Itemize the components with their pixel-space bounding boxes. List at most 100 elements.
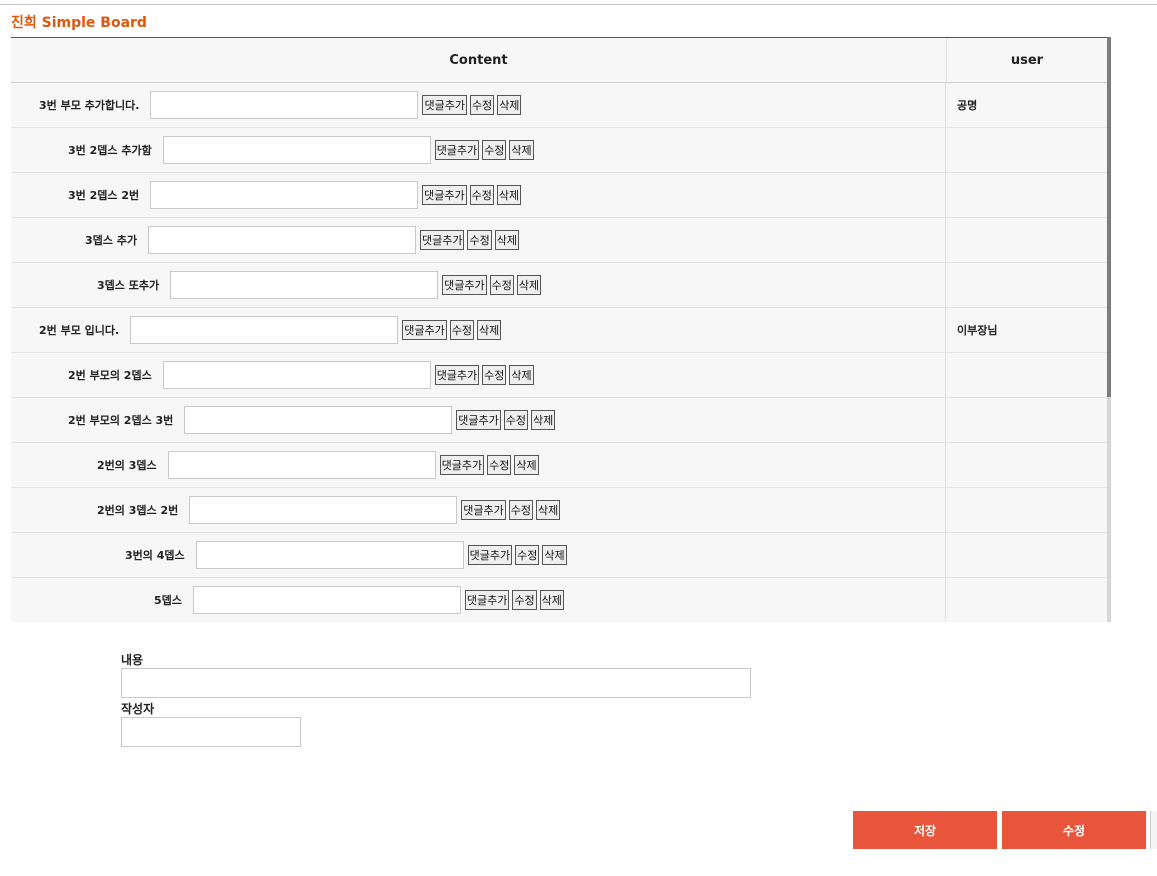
delete-button[interactable]: 삭제 [496, 185, 522, 205]
table-row: 2번 부모의 2뎁스 3번 댓글추가 수정 삭제 [11, 398, 1107, 443]
row-label: 2번 부모의 2뎁스 3번 [68, 414, 174, 427]
add-reply-button[interactable]: 댓글추가 [464, 590, 510, 610]
board-table: Content user 3번 부모 추가합니다. 댓글추가 수정 삭제 공명 … [11, 37, 1111, 622]
edit-button[interactable]: 수정 [449, 320, 474, 340]
delete-button[interactable]: 삭제 [509, 365, 534, 385]
save-button[interactable]: 저장 [853, 811, 997, 849]
row-reply-input[interactable] [184, 406, 453, 434]
delete-button[interactable]: 삭제 [542, 545, 567, 565]
row-reply-input[interactable] [150, 181, 419, 209]
table-row: 3번 2뎁스 추가함 댓글추가 수정 삭제 [11, 128, 1107, 173]
table-row: 2번의 3뎁스 댓글추가 수정 삭제 [11, 443, 1107, 488]
column-header-user: user [1010, 52, 1044, 68]
row-content-cell: 2번 부모의 2뎁스 댓글추가 수정 삭제 [11, 353, 946, 397]
edit-button[interactable]: 수정 [515, 545, 540, 565]
add-reply-button[interactable]: 댓글추가 [422, 185, 467, 205]
delete-button[interactable]: 삭제 [497, 95, 522, 115]
author-input[interactable] [121, 717, 301, 747]
delete-button[interactable]: 삭제 [539, 590, 564, 610]
delete-button[interactable]: 삭제 [531, 410, 556, 430]
row-user-cell [946, 578, 1107, 622]
delete-button[interactable]: 삭제 [514, 455, 539, 475]
row-content-cell: 3번 2뎁스 2번 댓글추가 수정 삭제 [11, 173, 946, 217]
clipped-button-edge [1150, 811, 1157, 849]
row-user-cell [946, 353, 1107, 397]
table-row: 2번 부모 입니다. 댓글추가 수정 삭제 이부장님 [11, 308, 1107, 353]
row-user-cell: 이부장님 [957, 324, 998, 337]
top-divider [0, 4, 1157, 5]
column-header-content: Content [11, 38, 947, 82]
row-user-cell: 공명 [957, 99, 978, 112]
row-label: 3번 2뎁스 추가함 [68, 144, 152, 157]
delete-button[interactable]: 삭제 [516, 275, 542, 295]
row-user-cell [946, 533, 1107, 577]
row-label: 2번의 3뎁스 2번 [97, 504, 179, 517]
row-reply-input[interactable] [150, 91, 419, 119]
row-reply-input[interactable] [162, 361, 431, 389]
edit-button[interactable]: 수정 [482, 140, 507, 160]
board-scrollbar-thumb[interactable] [1107, 37, 1111, 397]
edit-button[interactable]: 수정 [469, 95, 495, 115]
row-label: 2번 부모 입니다. [39, 324, 120, 337]
table-row: 5뎁스 댓글추가 수정 삭제 [11, 578, 1107, 622]
row-content-cell: 3번의 4뎁스 댓글추가 수정 삭제 [11, 533, 946, 577]
table-row: 2번의 3뎁스 2번 댓글추가 수정 삭제 [11, 488, 1107, 533]
row-content-cell: 3뎁스 또추가 댓글추가 수정 삭제 [11, 263, 946, 307]
edit-button[interactable]: 수정 [467, 230, 492, 250]
row-user-cell [946, 443, 1107, 487]
content-input[interactable] [121, 668, 751, 698]
row-label: 3번 부모 추가합니다. [39, 99, 140, 112]
table-row: 3번의 4뎁스 댓글추가 수정 삭제 [11, 533, 1107, 578]
add-reply-button[interactable]: 댓글추가 [419, 230, 465, 250]
delete-button[interactable]: 삭제 [476, 320, 502, 340]
row-label: 5뎁스 [154, 594, 182, 607]
edit-button[interactable]: 수정 [482, 365, 507, 385]
row-reply-input[interactable] [147, 226, 416, 254]
edit-button[interactable]: 수정 [487, 455, 512, 475]
edit-button[interactable]: 수정 [503, 410, 529, 430]
row-label: 2번 부모의 2뎁스 [68, 369, 152, 382]
author-label: 작성자 [121, 702, 155, 716]
row-content-cell: 3뎁스 추가 댓글추가 수정 삭제 [11, 218, 946, 262]
row-label: 3번의 4뎁스 [125, 549, 185, 562]
row-content-cell: 3번 부모 추가합니다. 댓글추가 수정 삭제 [11, 83, 946, 127]
add-reply-button[interactable]: 댓글추가 [467, 545, 513, 565]
row-user-cell [946, 488, 1107, 532]
row-content-cell: 2번의 3뎁스 2번 댓글추가 수정 삭제 [11, 488, 946, 532]
row-reply-input[interactable] [192, 586, 461, 614]
add-reply-button[interactable]: 댓글추가 [456, 410, 501, 430]
board-scrollbar[interactable] [1107, 37, 1111, 622]
add-reply-button[interactable]: 댓글추가 [422, 95, 467, 115]
delete-button[interactable]: 삭제 [535, 500, 561, 520]
edit-button[interactable]: 수정 [469, 185, 494, 205]
row-reply-input[interactable] [195, 541, 464, 569]
edit-button[interactable]: 수정 [489, 275, 514, 295]
row-reply-input[interactable] [167, 451, 436, 479]
table-row: 3번 부모 추가합니다. 댓글추가 수정 삭제 공명 [11, 83, 1107, 128]
edit-button[interactable]: 수정 [508, 500, 533, 520]
row-label: 3번 2뎁스 2번 [68, 189, 140, 202]
add-reply-button[interactable]: 댓글추가 [442, 275, 487, 295]
delete-button[interactable]: 삭제 [494, 230, 519, 250]
row-content-cell: 2번의 3뎁스 댓글추가 수정 삭제 [11, 443, 946, 487]
table-row: 3뎁스 또추가 댓글추가 수정 삭제 [11, 263, 1107, 308]
row-content-cell: 3번 2뎁스 추가함 댓글추가 수정 삭제 [11, 128, 946, 172]
edit-button[interactable]: 수정 [512, 590, 537, 610]
add-reply-button[interactable]: 댓글추가 [402, 320, 447, 340]
row-reply-input[interactable] [189, 496, 458, 524]
add-reply-button[interactable]: 댓글추가 [434, 365, 480, 385]
submit-edit-button[interactable]: 수정 [1002, 811, 1146, 849]
row-content-cell: 2번 부모 입니다. 댓글추가 수정 삭제 [11, 308, 946, 352]
row-reply-input[interactable] [162, 136, 431, 164]
add-reply-button[interactable]: 댓글추가 [439, 455, 485, 475]
delete-button[interactable]: 삭제 [509, 140, 534, 160]
row-label: 3뎁스 또추가 [97, 279, 160, 292]
row-label: 2번의 3뎁스 [97, 459, 157, 472]
table-row: 2번 부모의 2뎁스 댓글추가 수정 삭제 [11, 353, 1107, 398]
content-label: 내용 [121, 653, 144, 667]
row-reply-input[interactable] [130, 316, 399, 344]
row-reply-input[interactable] [170, 271, 439, 299]
add-reply-button[interactable]: 댓글추가 [461, 500, 506, 520]
add-reply-button[interactable]: 댓글추가 [434, 140, 480, 160]
row-content-cell: 5뎁스 댓글추가 수정 삭제 [11, 578, 946, 622]
